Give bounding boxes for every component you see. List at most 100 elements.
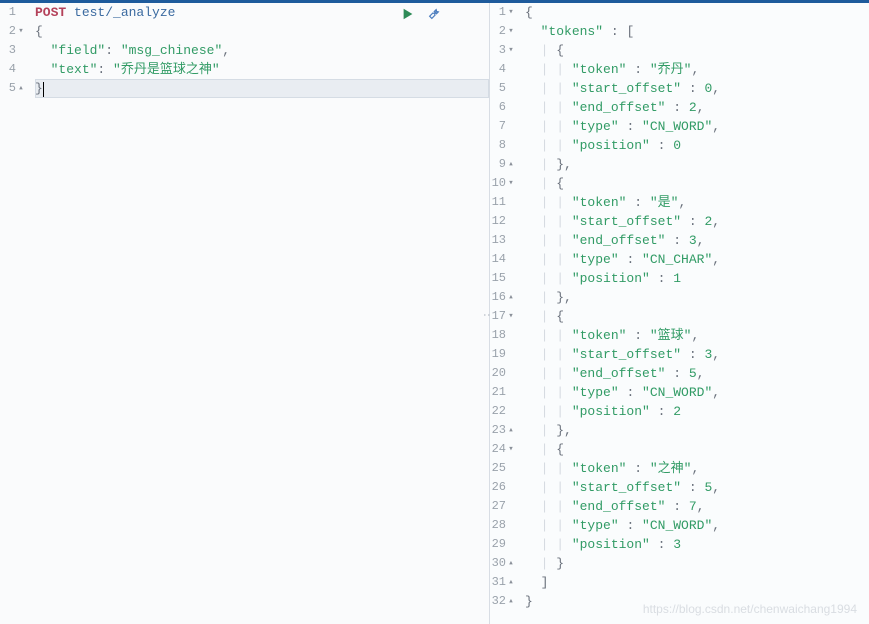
run-icon[interactable] bbox=[401, 7, 415, 21]
gutter-row: 3 bbox=[0, 41, 25, 60]
fold-toggle-icon[interactable]: ▴ bbox=[17, 79, 25, 98]
code-line[interactable]: | { bbox=[525, 41, 869, 60]
code-line[interactable]: { bbox=[35, 22, 489, 41]
code-token: | | bbox=[541, 117, 572, 136]
code-token: "field" bbox=[51, 41, 106, 60]
gutter-row: 4 bbox=[490, 60, 515, 79]
code-token: | bbox=[541, 174, 557, 193]
code-token bbox=[525, 269, 541, 288]
code-line[interactable]: | { bbox=[525, 440, 869, 459]
code-token bbox=[525, 402, 541, 421]
code-token: | | bbox=[541, 79, 572, 98]
code-token bbox=[525, 250, 541, 269]
code-line[interactable]: { bbox=[525, 3, 869, 22]
code-token: : bbox=[665, 364, 688, 383]
fold-toggle-icon[interactable]: ▴ bbox=[507, 421, 515, 440]
code-line[interactable]: "tokens" : [ bbox=[525, 22, 869, 41]
code-line[interactable]: | | "start_offset" : 0, bbox=[525, 79, 869, 98]
request-gutter: 12▾345▴ bbox=[0, 3, 33, 98]
gutter-row: 17▾ bbox=[490, 307, 515, 326]
gutter-row: 8 bbox=[490, 136, 515, 155]
fold-toggle-icon[interactable]: ▾ bbox=[507, 307, 515, 326]
fold-toggle-icon[interactable]: ▴ bbox=[507, 573, 515, 592]
code-line[interactable]: | | "end_offset" : 2, bbox=[525, 98, 869, 117]
fold-toggle-icon[interactable]: ▴ bbox=[507, 288, 515, 307]
fold-toggle-icon[interactable]: ▾ bbox=[507, 440, 515, 459]
code-token: | bbox=[541, 288, 557, 307]
code-token: { bbox=[556, 174, 564, 193]
code-token: { bbox=[525, 3, 533, 22]
request-code-area[interactable]: 12▾345▴ POST test/_analyze{ "field": "ms… bbox=[0, 3, 489, 624]
code-token bbox=[525, 421, 541, 440]
response-viewer-pane[interactable]: 1▾2▾3▾456789▴10▾111213141516▴17▾18192021… bbox=[490, 3, 869, 624]
code-token: : bbox=[681, 79, 704, 98]
fold-toggle-icon[interactable]: ▾ bbox=[507, 41, 515, 60]
fold-toggle-icon[interactable]: ▾ bbox=[507, 3, 515, 22]
code-line[interactable]: ] bbox=[525, 573, 869, 592]
code-token bbox=[525, 79, 541, 98]
code-line[interactable]: | | "start_offset" : 5, bbox=[525, 478, 869, 497]
code-line[interactable]: | | "position" : 2 bbox=[525, 402, 869, 421]
code-token: , bbox=[697, 98, 705, 117]
code-line[interactable]: | | "end_offset" : 3, bbox=[525, 231, 869, 250]
wrench-icon[interactable] bbox=[427, 7, 441, 21]
fold-toggle-icon[interactable]: ▴ bbox=[507, 155, 515, 174]
code-token: : bbox=[681, 478, 704, 497]
code-token: | bbox=[541, 554, 557, 573]
fold-toggle-icon[interactable]: ▾ bbox=[507, 174, 515, 193]
code-line[interactable]: } bbox=[35, 79, 489, 98]
code-token: : bbox=[681, 212, 704, 231]
code-token: , bbox=[564, 421, 572, 440]
code-line[interactable]: | }, bbox=[525, 421, 869, 440]
code-token bbox=[525, 573, 541, 592]
code-token: } bbox=[556, 155, 564, 174]
code-token: | | bbox=[541, 497, 572, 516]
code-line[interactable]: | { bbox=[525, 307, 869, 326]
code-line[interactable]: } bbox=[525, 592, 869, 611]
code-line[interactable]: | | "end_offset" : 7, bbox=[525, 497, 869, 516]
fold-toggle-icon[interactable]: ▴ bbox=[507, 592, 515, 611]
code-line[interactable]: | | "start_offset" : 2, bbox=[525, 212, 869, 231]
code-line[interactable]: | | "end_offset" : 5, bbox=[525, 364, 869, 383]
code-line[interactable]: | | "position" : 0 bbox=[525, 136, 869, 155]
code-line[interactable]: | | "token" : "篮球", bbox=[525, 326, 869, 345]
code-token: "篮球" bbox=[650, 326, 692, 345]
code-line[interactable]: | }, bbox=[525, 155, 869, 174]
code-line[interactable]: | | "type" : "CN_CHAR", bbox=[525, 250, 869, 269]
fold-toggle-icon[interactable]: ▴ bbox=[507, 554, 515, 573]
code-line[interactable]: | | "start_offset" : 3, bbox=[525, 345, 869, 364]
code-line[interactable]: | | "type" : "CN_WORD", bbox=[525, 383, 869, 402]
code-token: | bbox=[541, 307, 557, 326]
code-line[interactable]: | | "token" : "之神", bbox=[525, 459, 869, 478]
code-line[interactable]: | } bbox=[525, 554, 869, 573]
gutter-row: 23▴ bbox=[490, 421, 515, 440]
code-token bbox=[525, 212, 541, 231]
code-token bbox=[525, 364, 541, 383]
code-token bbox=[525, 231, 541, 250]
code-line[interactable]: | | "type" : "CN_WORD", bbox=[525, 516, 869, 535]
code-line[interactable]: | | "position" : 1 bbox=[525, 269, 869, 288]
code-token: "position" bbox=[572, 269, 650, 288]
code-token bbox=[525, 117, 541, 136]
code-token: 3 bbox=[689, 231, 697, 250]
response-code-area[interactable]: 1▾2▾3▾456789▴10▾111213141516▴17▾18192021… bbox=[490, 3, 869, 624]
code-line[interactable]: | | "position" : 3 bbox=[525, 535, 869, 554]
code-line[interactable]: | | "token" : "是", bbox=[525, 193, 869, 212]
gutter-row: 13 bbox=[490, 231, 515, 250]
code-token: | bbox=[541, 440, 557, 459]
gutter-row: 14 bbox=[490, 250, 515, 269]
code-line[interactable]: "field": "msg_chinese", bbox=[35, 41, 489, 60]
code-token: "type" bbox=[572, 117, 619, 136]
request-editor-pane[interactable]: 12▾345▴ POST test/_analyze{ "field": "ms… bbox=[0, 3, 490, 624]
code-line[interactable]: | | "token" : "乔丹", bbox=[525, 60, 869, 79]
code-token: "是" bbox=[650, 193, 679, 212]
code-token bbox=[525, 174, 541, 193]
gutter-row: 20 bbox=[490, 364, 515, 383]
code-line[interactable]: | }, bbox=[525, 288, 869, 307]
code-line[interactable]: | { bbox=[525, 174, 869, 193]
fold-toggle-icon[interactable]: ▾ bbox=[17, 22, 25, 41]
code-token: "end_offset" bbox=[572, 364, 666, 383]
code-line[interactable]: "text": "乔丹是篮球之神" bbox=[35, 60, 489, 79]
fold-toggle-icon[interactable]: ▾ bbox=[507, 22, 515, 41]
code-line[interactable]: | | "type" : "CN_WORD", bbox=[525, 117, 869, 136]
